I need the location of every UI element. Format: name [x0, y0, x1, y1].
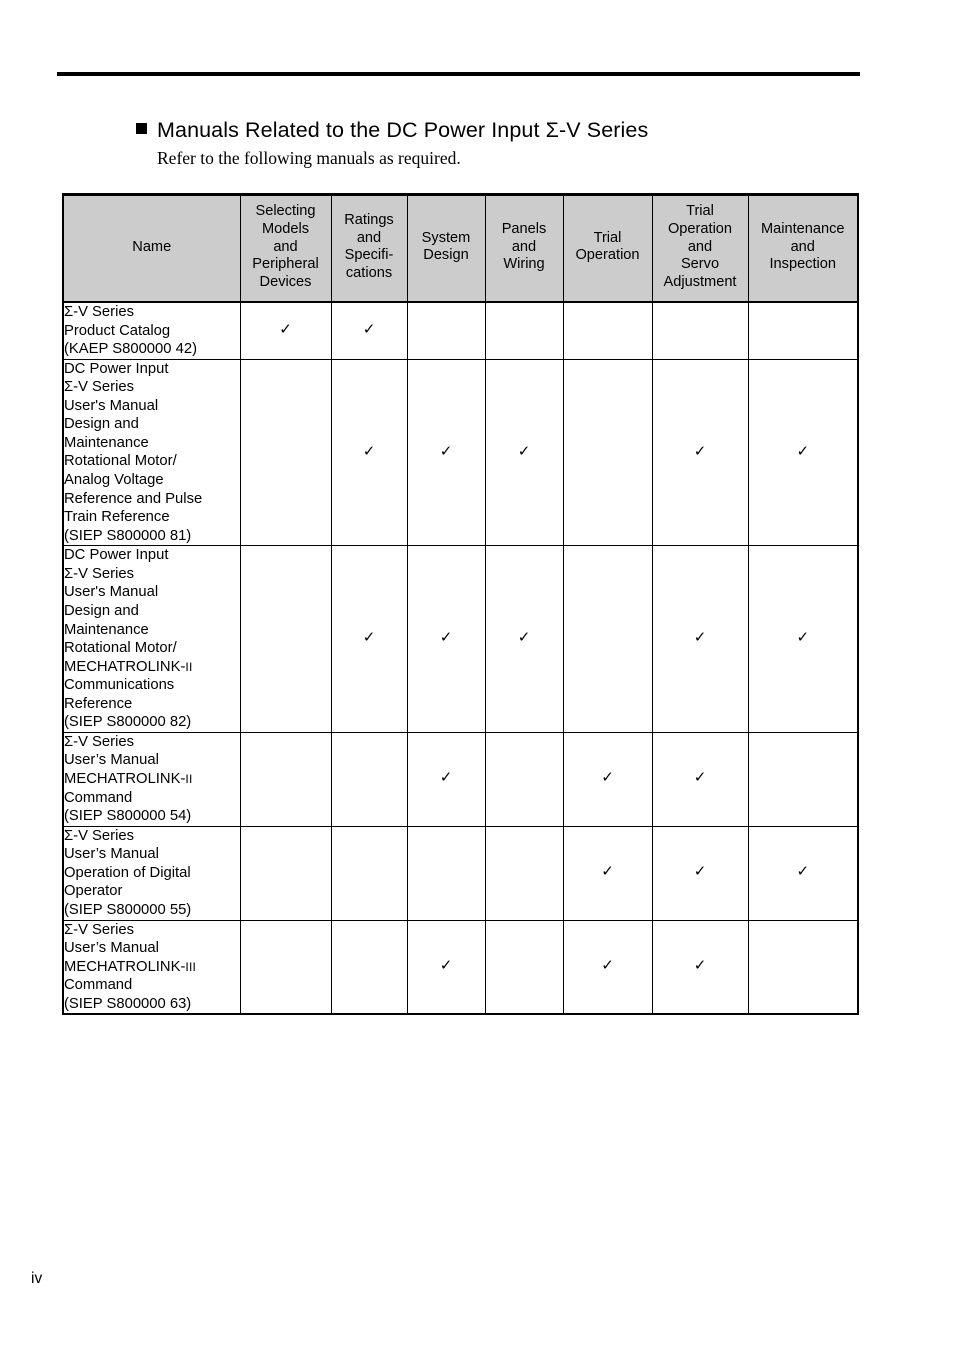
check-cell-marked: ✓: [651, 545, 749, 733]
check-cell-marked: ✓: [747, 825, 859, 921]
check-cell-empty: [484, 919, 564, 1016]
manual-name-cell: Σ-V Series User’s Manual Operation of Di…: [62, 825, 241, 921]
check-cell-marked: ✓: [406, 545, 486, 733]
checkmark-icon: ✓: [517, 442, 531, 460]
column-header-name: Name: [62, 193, 241, 303]
check-cell-empty: [562, 358, 653, 547]
check-cell-empty: [562, 545, 653, 733]
check-cell-marked: ✓: [562, 919, 653, 1016]
table-header: Name Selecting Models and Peripheral Dev…: [62, 193, 859, 303]
checkmark-icon: ✓: [601, 769, 614, 787]
checkmark-icon: ✓: [693, 629, 707, 647]
checkmark-icon: ✓: [796, 442, 810, 460]
check-cell-empty: [406, 825, 486, 921]
table-row: DC Power Input Σ-V Series User's Manual …: [62, 358, 859, 547]
check-cell-marked: ✓: [406, 731, 486, 827]
table-row: Σ-V Series User’s Manual Operation of Di…: [62, 825, 859, 921]
check-cell-empty: [239, 358, 332, 547]
check-cell-empty: [239, 731, 332, 827]
checkmark-icon: ✓: [601, 863, 614, 881]
checkmark-icon: ✓: [693, 442, 707, 460]
checkmark-icon: ✓: [796, 629, 810, 647]
check-cell-empty: [239, 825, 332, 921]
check-cell-marked: ✓: [651, 358, 749, 547]
check-cell-marked: ✓: [562, 825, 653, 921]
check-cell-empty: [747, 301, 859, 360]
roman-numeral: III: [185, 959, 197, 974]
check-cell-marked: ✓: [406, 358, 486, 547]
column-header-system-design: System Design: [406, 193, 486, 303]
section-subtitle: Refer to the following manuals as requir…: [157, 148, 461, 168]
manual-name-cell: Σ-V Series User’s Manual MECHATROLINK-II…: [62, 731, 241, 827]
check-cell-empty: [330, 731, 408, 827]
table-row: DC Power Input Σ-V Series User's Manual …: [62, 545, 859, 733]
checkmark-icon: ✓: [439, 442, 453, 460]
check-cell-marked: ✓: [484, 545, 564, 733]
checkmark-icon: ✓: [693, 769, 707, 787]
manual-name-cell: DC Power Input Σ-V Series User's Manual …: [62, 358, 241, 547]
table-header-row: Name Selecting Models and Peripheral Dev…: [62, 193, 859, 303]
column-header-trial-operation: Trial Operation: [562, 193, 653, 303]
check-cell-empty: [747, 731, 859, 827]
check-cell-empty: [562, 301, 653, 360]
check-cell-marked: ✓: [330, 301, 408, 360]
checkmark-icon: ✓: [796, 863, 810, 881]
check-cell-marked: ✓: [239, 301, 332, 360]
table-row: Σ-V Series User’s Manual MECHATROLINK-II…: [62, 731, 859, 827]
check-cell-marked: ✓: [406, 919, 486, 1016]
roman-numeral: II: [185, 659, 193, 674]
check-cell-empty: [239, 545, 332, 733]
checkmark-icon: ✓: [279, 320, 292, 338]
checkmark-icon: ✓: [693, 957, 707, 975]
manual-name-cell: Σ-V Series Product Catalog (KAEP S800000…: [62, 301, 241, 360]
check-cell-marked: ✓: [747, 545, 859, 733]
table-body: Σ-V Series Product Catalog (KAEP S800000…: [62, 301, 859, 1016]
black-square-bullet-icon: [136, 123, 147, 134]
column-header-ratings: Ratings and Specifi- cations: [330, 193, 408, 303]
column-header-maintenance: Maintenance and Inspection: [747, 193, 859, 303]
check-cell-empty: [484, 301, 564, 360]
check-cell-empty: [747, 919, 859, 1016]
manual-name-cell: DC Power Input Σ-V Series User's Manual …: [62, 545, 241, 733]
column-header-selecting-models: Selecting Models and Peripheral Devices: [239, 193, 332, 303]
check-cell-marked: ✓: [330, 358, 408, 547]
checkmark-icon: ✓: [439, 769, 453, 787]
check-cell-marked: ✓: [651, 731, 749, 827]
column-header-servo-adjustment: Trial Operation and Servo Adjustment: [651, 193, 749, 303]
checkmark-icon: ✓: [439, 957, 453, 975]
checkmark-icon: ✓: [517, 629, 531, 647]
check-cell-marked: ✓: [651, 919, 749, 1016]
check-cell-marked: ✓: [747, 358, 859, 547]
checkmark-icon: ✓: [362, 442, 376, 460]
checkmark-icon: ✓: [693, 863, 707, 881]
check-cell-marked: ✓: [651, 825, 749, 921]
check-cell-marked: ✓: [562, 731, 653, 827]
checkmark-icon: ✓: [601, 957, 614, 975]
document-page: Manuals Related to the DC Power Input Σ-…: [0, 0, 954, 1352]
check-cell-empty: [651, 301, 749, 360]
page-number: iv: [31, 1270, 43, 1287]
check-cell-marked: ✓: [484, 358, 564, 547]
manual-name-cell: Σ-V Series User’s Manual MECHATROLINK-II…: [62, 919, 241, 1016]
roman-numeral: II: [185, 772, 193, 787]
section-heading: Manuals Related to the DC Power Input Σ-…: [136, 118, 836, 169]
check-cell-empty: [484, 825, 564, 921]
checkmark-icon: ✓: [439, 629, 453, 647]
page-title: Manuals Related to the DC Power Input Σ-…: [157, 118, 649, 142]
column-header-panels-wiring: Panels and Wiring: [484, 193, 564, 303]
checkmark-icon: ✓: [362, 320, 376, 338]
header-rule: [57, 72, 860, 76]
check-cell-empty: [484, 731, 564, 827]
check-cell-marked: ✓: [330, 545, 408, 733]
check-cell-empty: [330, 919, 408, 1016]
checkmark-icon: ✓: [362, 629, 376, 647]
check-cell-empty: [406, 301, 486, 360]
table-row: Σ-V Series User’s Manual MECHATROLINK-II…: [62, 919, 859, 1016]
table-row: Σ-V Series Product Catalog (KAEP S800000…: [62, 301, 859, 360]
heading-row: Manuals Related to the DC Power Input Σ-…: [136, 118, 836, 143]
manuals-table: Name Selecting Models and Peripheral Dev…: [62, 193, 859, 1016]
check-cell-empty: [239, 919, 332, 1016]
check-cell-empty: [330, 825, 408, 921]
